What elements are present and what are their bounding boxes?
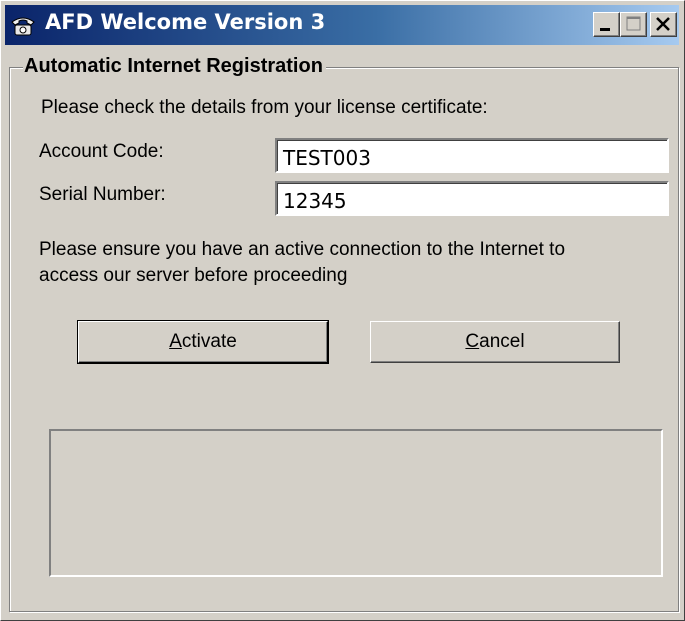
account-code-input[interactable]: TEST003 (275, 138, 669, 173)
groupbox-legend: Automatic Internet Registration (23, 55, 326, 78)
instruction-text: Please check the details from your licen… (41, 97, 488, 118)
account-code-label: Account Code: (39, 141, 164, 162)
activate-accelerator: A (169, 331, 182, 352)
cancel-button[interactable]: Cancel (370, 321, 620, 363)
telephone-icon (9, 13, 37, 37)
activate-button[interactable]: Activate (77, 320, 329, 364)
activate-label: ctivate (181, 331, 237, 352)
cancel-accelerator: C (465, 331, 480, 352)
title-bar[interactable]: AFD Welcome Version 3 (5, 5, 679, 45)
minimize-button[interactable] (593, 12, 620, 37)
status-panel (49, 429, 663, 577)
serial-number-label: Serial Number: (39, 184, 166, 205)
serial-number-input[interactable]: 12345 (275, 181, 669, 216)
maximize-button[interactable] (620, 12, 647, 37)
close-button[interactable] (650, 12, 677, 37)
window-title: AFD Welcome Version 3 (45, 10, 326, 34)
cancel-label: ancel (479, 331, 525, 352)
dialog-window: AFD Welcome Version 3 Automatic Internet… (0, 0, 685, 621)
notice-text-line2: access our server before proceeding (39, 265, 348, 286)
notice-text-line1: Please ensure you have an active connect… (39, 239, 566, 260)
